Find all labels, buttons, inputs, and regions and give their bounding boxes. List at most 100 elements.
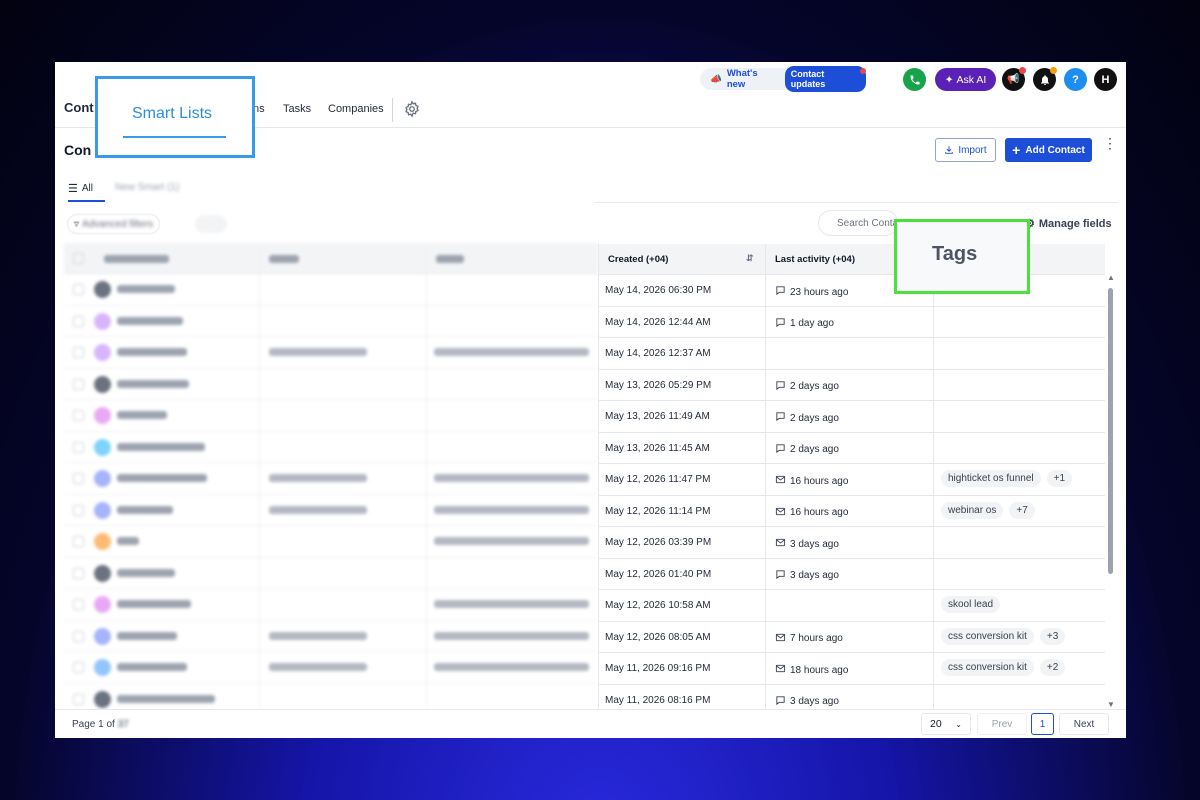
scroll-up-icon[interactable]: ▲ [1107,273,1115,282]
notifications-button[interactable] [1033,67,1057,91]
more-options-icon[interactable]: ⋮ [1103,136,1117,160]
table-scrollbar[interactable]: ▲ ▼ [1107,273,1115,709]
blurred-phone [269,663,367,671]
search-input[interactable]: Search Contacts [818,210,898,236]
add-contact-button[interactable]: + Add Contact [1005,138,1092,162]
row-checkbox[interactable] [73,567,84,579]
row-checkbox[interactable] [73,410,84,421]
tag-chip[interactable]: css conversion kit [941,659,1034,676]
row-checkbox[interactable] [73,347,84,358]
table-row[interactable]: May 12, 2026 01:40 PM 3 days ago [598,559,1105,590]
blurred-name [117,316,183,325]
nav-tasks[interactable]: Tasks [283,103,311,115]
next-page-button[interactable]: Next [1059,713,1109,735]
blurred-row [64,495,598,526]
row-checkbox[interactable] [73,378,84,390]
last-activity-cell: 2 days ago [775,380,839,394]
column-created[interactable]: Created (+04) [608,254,668,265]
select-all-checkbox[interactable] [73,253,84,264]
table-row[interactable]: May 14, 2026 12:44 AM 1 day ago [598,307,1105,338]
created-cell: May 11, 2026 09:16 PM [605,663,711,674]
table-row[interactable]: May 12, 2026 08:05 AM 7 hours ago css conv… [598,622,1105,653]
tag-chip[interactable]: skool lead [941,596,1001,613]
tag-chip[interactable]: +7 [1009,501,1035,519]
manage-fields-button[interactable]: ⚙ Manage fields [1025,217,1112,231]
tag-chip[interactable]: highticket os funnel [941,470,1041,487]
scrollbar-thumb[interactable] [1108,288,1113,574]
avatar [94,470,111,487]
table-row[interactable]: May 11, 2026 09:16 PM 18 hours ago css con… [598,653,1105,685]
created-cell: May 11, 2026 08:16 PM [605,694,711,706]
last-activity-text: 16 hours ago [790,507,849,518]
blurred-email [434,537,589,545]
whats-new-banner[interactable]: 📣 What's new Contact updates [700,66,866,92]
created-cell: May 14, 2026 06:30 PM [605,285,712,296]
sparkle-icon: ✦ [944,73,954,86]
nav-contacts-fragment[interactable]: Cont [64,100,94,115]
import-button[interactable]: Import [935,138,996,162]
row-checkbox[interactable] [73,662,84,673]
manage-fields-label: Manage fields [1038,217,1112,230]
table-row[interactable]: May 12, 2026 11:47 PM 16 hours ago hightic… [598,464,1105,496]
tag-chip[interactable]: +2 [1039,659,1066,676]
ask-ai-button[interactable]: ✦ Ask AI [935,68,996,91]
help-button[interactable]: ? [1064,68,1087,91]
scroll-down-icon[interactable]: ▼ [1107,700,1115,709]
announcements-button[interactable]: 📢 [1002,67,1026,91]
tab-smart-list-blurred[interactable]: New Smart (1) [115,182,179,193]
table-row[interactable]: May 13, 2026 05:29 PM 2 days ago [598,370,1105,401]
blurred-header-email [436,255,464,263]
tag-chip[interactable]: css conversion kit [941,627,1034,645]
table-row[interactable]: May 13, 2026 11:49 AM 2 days ago [598,401,1105,433]
row-checkbox[interactable] [73,315,84,327]
row-checkbox[interactable] [73,536,84,547]
row-checkbox[interactable] [73,693,84,705]
table-row[interactable]: May 13, 2026 11:45 AM 2 days ago [598,433,1105,464]
row-checkbox[interactable] [73,284,84,295]
avatar [94,627,111,645]
smart-lists-label: Smart Lists [132,105,213,122]
settings-gear-icon[interactable] [403,100,421,118]
row-checkbox[interactable] [73,473,84,484]
advanced-filters-button[interactable]: ▿ Advanced filters [67,214,161,234]
contact-updates-pill[interactable]: Contact updates [784,66,866,92]
table-row[interactable]: May 12, 2026 10:58 AM skool lead [598,590,1105,622]
prev-page-button[interactable]: Prev [977,713,1027,735]
blurred-name [117,411,167,419]
mail-icon [775,663,786,677]
tag-chip[interactable]: +1 [1046,470,1073,487]
tag-chip[interactable]: webinar os [941,501,1004,519]
blurred-name [117,442,205,451]
created-cell: May 12, 2026 11:14 PM [605,505,711,517]
table-row[interactable]: May 12, 2026 11:14 PM 16 hours ago webinar… [598,496,1105,527]
last-activity-text: 7 hours ago [790,633,843,644]
mail-icon [775,537,786,551]
row-checkbox[interactable] [73,630,84,642]
blurred-row [64,621,598,652]
page-info-prefix: Page 1 of [72,719,115,730]
smart-lists-callout[interactable]: Smart Lists [95,76,255,158]
tab-all[interactable]: ☰ All [68,182,93,195]
per-page-select[interactable]: 20 ⌄ [921,713,971,735]
row-checkbox[interactable] [73,504,84,516]
column-last-activity[interactable]: Last activity (+04) [775,254,855,265]
page-info: Page 1 of 37 [72,719,129,730]
megaphone-icon: 📢 [1007,74,1020,85]
blurred-phone [269,505,367,514]
table-row[interactable]: May 14, 2026 12:37 AM [598,338,1105,370]
sort-icon[interactable]: ⇵ [746,253,754,264]
chevron-down-icon: ⌄ [955,719,962,729]
table-row[interactable]: May 12, 2026 03:39 PM 3 days ago [598,527,1105,559]
sort-chip-blurred[interactable] [195,215,227,233]
user-avatar[interactable]: H [1094,68,1117,91]
phone-button[interactable] [903,68,926,91]
nav-companies[interactable]: Companies [328,103,384,115]
row-checkbox[interactable] [73,441,84,453]
row-checkbox[interactable] [73,599,84,610]
last-activity-cell: 23 hours ago [775,285,848,299]
blurred-row [64,463,598,495]
blurred-row [64,526,598,558]
table-row[interactable]: May 11, 2026 08:16 PM 3 days ago [598,685,1105,710]
tag-chip[interactable]: +3 [1039,627,1066,645]
current-page-button[interactable]: 1 [1031,713,1054,735]
